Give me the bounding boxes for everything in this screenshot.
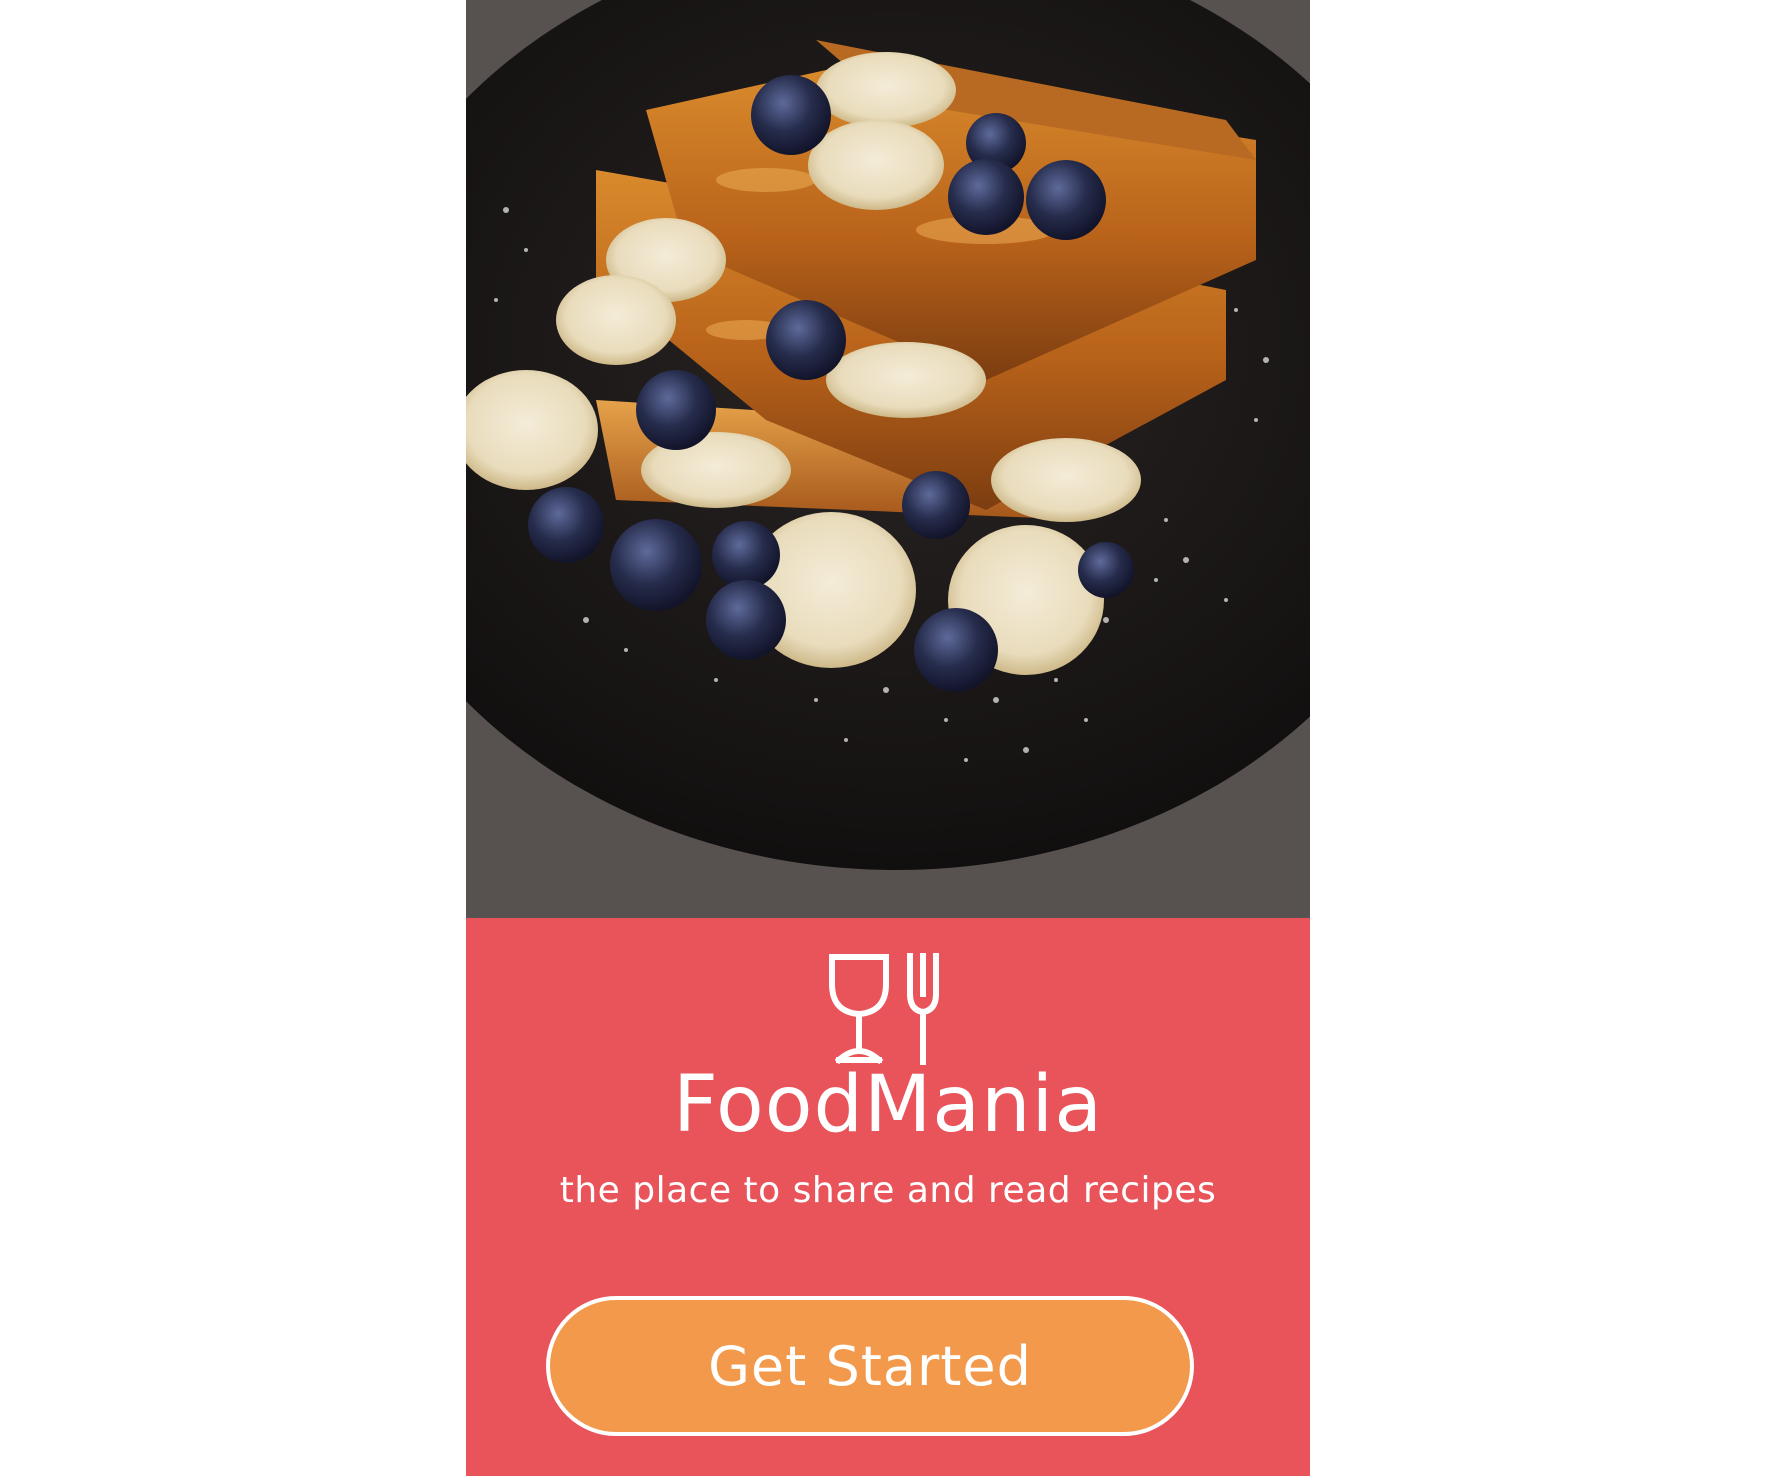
splash-screen: FoodMania the place to share and read re… (466, 0, 1310, 1476)
welcome-panel: FoodMania the place to share and read re… (466, 918, 1310, 1476)
get-started-button[interactable]: Get Started (546, 1296, 1194, 1436)
glass-and-fork-icon (826, 952, 950, 1068)
app-tagline: the place to share and read recipes (559, 1170, 1217, 1211)
hero-food-photo (466, 0, 1310, 918)
app-title: FoodMania (672, 1060, 1104, 1150)
get-started-label: Get Started (708, 1334, 1032, 1398)
